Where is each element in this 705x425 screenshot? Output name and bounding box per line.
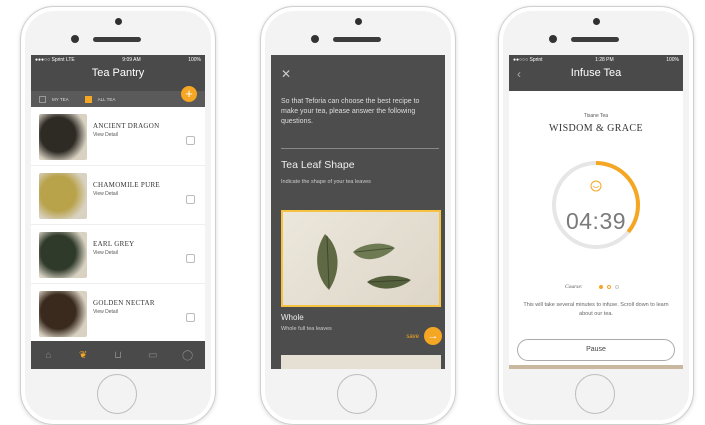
front-camera <box>355 18 362 25</box>
clock: 1:28 PM <box>595 56 614 63</box>
view-detail-link[interactable]: View Detail <box>93 309 118 315</box>
tea-kind: Tisane Tea <box>583 113 609 119</box>
tea-list-item[interactable]: GOLDEN NECTAR View Detail <box>31 284 205 343</box>
all-tea-label: ALL TEA <box>97 96 116 102</box>
option-title: Whole <box>281 313 304 322</box>
tea-name: EARL GREY <box>93 240 135 248</box>
earpiece <box>93 37 141 42</box>
cup-icon[interactable] <box>186 254 195 263</box>
chat-icon[interactable]: ▭ <box>146 349 159 362</box>
tab-bar: ⌂ ❦ ⊔ ▭ ◯ <box>31 341 205 369</box>
page-title: Tea Pantry <box>91 67 145 79</box>
tea-leaves-illustration <box>317 234 411 290</box>
sensor <box>549 35 557 43</box>
tea-name: CHAMOMILE PURE <box>93 181 161 189</box>
screen: ✕ So that Teforia can choose the best re… <box>271 55 445 369</box>
leaf-icon[interactable]: ❦ <box>77 349 90 362</box>
home-button[interactable] <box>97 374 137 414</box>
next-option-image[interactable] <box>281 355 441 369</box>
tea-list-item[interactable]: ANCIENT DRAGON View Detail <box>31 107 205 166</box>
clock: 9:09 AM <box>122 56 141 63</box>
status-bar: ●●○○○ Sprint 1:28 PM 100% <box>509 55 683 64</box>
timer-readout: 04:39 <box>565 208 627 234</box>
tea-thumbnail <box>39 173 87 219</box>
sensor <box>71 35 79 43</box>
home-icon[interactable]: ⌂ <box>42 349 55 362</box>
screen: ●●●○○ Sprint LTE 9:09 AM 100% Tea Pantry… <box>31 55 205 369</box>
carrier: ●●●○○ Sprint LTE <box>35 56 75 63</box>
profile-icon[interactable]: ◯ <box>181 349 194 362</box>
tea-name: WISDOM & GRACE <box>549 123 643 134</box>
filter-bar: MY TEA ALL TEA + <box>31 86 205 107</box>
basket-icon[interactable]: ⊔ <box>111 349 124 362</box>
tea-cup-icon <box>590 180 602 192</box>
view-detail-link[interactable]: View Detail <box>93 250 118 256</box>
front-camera <box>115 18 122 25</box>
page-title: Infuse Tea <box>570 67 622 79</box>
arrow-right-icon: → <box>427 330 439 342</box>
section-subheading: Indicate the shape of your tea leaves <box>281 179 371 185</box>
course-dot-3 <box>615 285 619 289</box>
phone-tea-pantry: ●●●○○ Sprint LTE 9:09 AM 100% Tea Pantry… <box>20 6 216 425</box>
whole-leaf-option-image[interactable] <box>281 210 441 307</box>
cup-icon[interactable] <box>186 195 195 204</box>
course-label: Course: <box>565 284 583 290</box>
save-button[interactable]: → <box>424 327 442 345</box>
option-subtitle: Whole full tea leaves <box>281 326 332 332</box>
course-dot-1 <box>599 285 603 289</box>
home-button[interactable] <box>575 374 615 414</box>
cup-icon[interactable] <box>186 313 195 322</box>
status-bar: ●●●○○ Sprint LTE 9:09 AM 100% <box>31 55 205 64</box>
all-tea-checkbox[interactable] <box>84 95 92 103</box>
sensor <box>311 35 319 43</box>
timer-ring <box>552 161 640 249</box>
tea-name: GOLDEN NECTAR <box>93 299 155 307</box>
home-button[interactable] <box>337 374 377 414</box>
infuse-message: This will take several minutes to infuse… <box>523 302 669 317</box>
tea-thumbnail <box>39 232 87 278</box>
earpiece <box>571 37 619 42</box>
plus-icon: + <box>185 86 193 101</box>
battery: 100% <box>188 56 201 63</box>
pause-button[interactable]: Pause <box>517 339 675 361</box>
battery: 100% <box>666 56 679 63</box>
section-heading: Tea Leaf Shape <box>281 159 355 171</box>
carrier: ●●○○○ Sprint <box>513 56 543 63</box>
save-label[interactable]: save <box>406 334 419 340</box>
divider <box>281 148 439 149</box>
tea-name: ANCIENT DRAGON <box>93 122 160 130</box>
front-camera <box>593 18 600 25</box>
tea-thumbnail <box>39 291 87 337</box>
tea-list-item[interactable]: CHAMOMILE PURE View Detail <box>31 166 205 225</box>
view-detail-link[interactable]: View Detail <box>93 191 118 197</box>
tea-list-item[interactable]: EARL GREY View Detail <box>31 225 205 284</box>
tea-thumbnail <box>39 114 87 160</box>
header: ●●○○○ Sprint 1:28 PM 100% ‹ Infuse Tea <box>509 55 683 91</box>
cup-icon[interactable] <box>186 136 195 145</box>
tea-list: ANCIENT DRAGON View Detail CHAMOMILE PURE V… <box>31 107 205 343</box>
intro-text: So that Teforia can choose the best reci… <box>281 98 420 125</box>
header: ●●●○○ Sprint LTE 9:09 AM 100% Tea Pantry <box>31 55 205 91</box>
my-tea-label: MY TEA <box>52 96 69 102</box>
my-tea-checkbox[interactable] <box>39 95 46 103</box>
add-tea-button[interactable]: + <box>181 86 197 102</box>
page-title-wrap: ‹ Infuse Tea <box>509 67 683 81</box>
view-detail-link[interactable]: View Detail <box>93 132 118 138</box>
course-dot-2 <box>607 285 611 289</box>
screen: ●●○○○ Sprint 1:28 PM 100% ‹ Infuse Tea T… <box>509 55 683 369</box>
bottom-strip <box>509 365 683 369</box>
back-icon[interactable]: ‹ <box>517 67 521 81</box>
close-icon[interactable]: ✕ <box>281 67 291 81</box>
phone-leaf-shape: ✕ So that Teforia can choose the best re… <box>260 6 456 425</box>
phone-infuse-tea: ●●○○○ Sprint 1:28 PM 100% ‹ Infuse Tea T… <box>498 6 694 425</box>
earpiece <box>333 37 381 42</box>
